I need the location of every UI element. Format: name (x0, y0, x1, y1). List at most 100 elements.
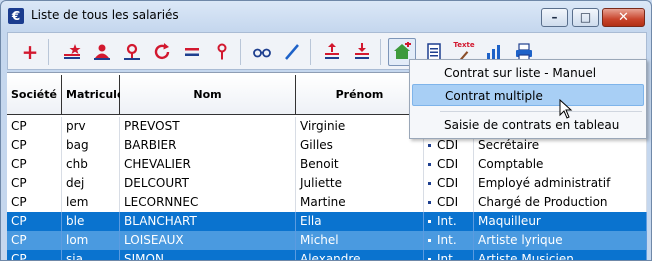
column-header-prenom[interactable]: Prénom (296, 75, 424, 115)
toolbar-separator (380, 39, 381, 65)
table-cell-matricule: lem (62, 193, 120, 212)
cell-text: BLANCHART (124, 214, 197, 228)
cell-text: Michel (300, 233, 339, 247)
table-row[interactable]: CP lom LOISEAUX Michel Int. Artiste lyrique (7, 231, 647, 250)
table-cell-prenom: Alexandre (296, 250, 424, 260)
menu-item-contrat-sur-liste[interactable]: Contrat sur liste - Manuel (412, 62, 644, 84)
add-icon[interactable]: + (16, 38, 44, 66)
cell-text: Juliette (300, 176, 342, 190)
cell-text: Gilles (300, 138, 333, 152)
column-header-societe[interactable]: Société (7, 75, 62, 115)
menu-item-saisie-tableau[interactable]: Saisie de contrats en tableau (412, 114, 644, 136)
table-cell-prenom: Benoit (296, 155, 424, 174)
table-cell-poste: Chargé de Production (474, 193, 647, 212)
cell-text: dej (66, 176, 85, 190)
equals-icon[interactable] (178, 38, 206, 66)
table-cell-nom: SIMON (120, 250, 296, 261)
title-bar[interactable]: € Liste de tous les salariés – □ ✕ (1, 1, 651, 31)
table-cell-prenom: Gilles (296, 136, 424, 155)
app-euro-icon: € (8, 8, 24, 24)
glasses-icon[interactable] (248, 38, 276, 66)
close-button[interactable]: ✕ (602, 8, 645, 27)
maximize-icon: □ (579, 10, 592, 24)
table-row[interactable]: CP sia SIMON Alexandre Int. Artiste Musicien (7, 250, 647, 261)
cell-text: Benoit (300, 157, 339, 171)
cell-text: CDI (437, 176, 459, 190)
cell-text: sia (66, 252, 83, 261)
add-person-icon[interactable] (88, 38, 116, 66)
table-cell-contrat: CDI (424, 193, 474, 212)
table-row[interactable]: CP lem LECORNNEC Martine CDI Chargé de Produc… (7, 193, 647, 212)
cell-text: Secrétaire (478, 138, 540, 152)
table-row[interactable]: CP dej DELCOURT Juliette CDI Employé administ… (7, 174, 647, 193)
cell-text: Chargé de Production (478, 195, 608, 209)
cell-text: CDI (437, 157, 459, 171)
filter-icon[interactable] (208, 38, 236, 66)
minimize-button[interactable]: – (541, 8, 568, 27)
table-cell-poste: Employé administratif (474, 174, 647, 193)
table-row[interactable]: CP ble BLANCHART Ella Int. Maquilleur (7, 212, 647, 231)
cell-text: Ella (300, 214, 322, 228)
table-cell-prenom: Virginie (296, 117, 424, 136)
cell-text: LOISEAUX (124, 233, 184, 247)
window-title: Liste de tous les salariés (31, 8, 179, 22)
cell-text: Maquilleur (478, 214, 541, 228)
search-person-icon[interactable] (118, 38, 146, 66)
toolbar-separator (240, 39, 241, 65)
table-cell-prenom: Ella (296, 212, 424, 231)
cell-text: Virginie (300, 119, 346, 133)
add-star-icon[interactable] (58, 38, 86, 66)
cell-text: lom (66, 233, 89, 247)
table-cell-nom: CHEVALIER (120, 155, 296, 174)
bullet-icon (428, 182, 431, 185)
table-cell-matricule: lom (62, 231, 120, 250)
table-cell-societe: CP (7, 174, 62, 193)
cell-text: PREVOST (124, 119, 180, 133)
table-cell-societe: CP (7, 212, 62, 231)
table-cell-matricule: ble (62, 212, 120, 231)
toolbar-separator (48, 39, 49, 65)
cell-text: bag (66, 138, 89, 152)
refresh-icon[interactable] (148, 38, 176, 66)
cell-text: CP (11, 252, 27, 261)
cell-text: CHEVALIER (124, 157, 191, 171)
table-cell-societe: CP (7, 193, 62, 212)
table-row[interactable]: CP chb CHEVALIER Benoit CDI Comptable (7, 155, 647, 174)
column-header-matricule[interactable]: Matricule (62, 75, 124, 115)
cell-text: Comptable (478, 157, 544, 171)
table-cell-nom: LECORNNEC (120, 193, 296, 212)
table-cell-contrat: Int. (424, 250, 474, 260)
cell-text: BARBIER (124, 138, 177, 152)
bullet-icon (428, 220, 431, 223)
cell-text: LECORNNEC (124, 195, 199, 209)
mouse-cursor-icon (559, 99, 573, 119)
text-icon-label: Texte (453, 41, 475, 49)
table-cell-societe: CP (7, 155, 62, 174)
cell-text: Artiste Musicien (478, 252, 574, 261)
table-cell-poste: Maquilleur (474, 212, 647, 231)
sort-down-icon[interactable] (348, 38, 376, 66)
column-header-nom[interactable]: Nom (120, 75, 296, 115)
minimize-icon: – (551, 10, 558, 24)
table-cell-nom: DELCOURT (120, 174, 296, 193)
bullet-icon (428, 201, 431, 204)
cell-text: Employé administratif (478, 176, 611, 190)
cell-text: CP (11, 233, 27, 247)
menu-item-contrat-multiple[interactable]: Contrat multiple (412, 84, 644, 106)
cell-text: SIMON (124, 252, 164, 261)
cell-text: CP (11, 157, 27, 171)
table-cell-nom: BARBIER (120, 136, 296, 155)
cell-text: CP (11, 195, 27, 209)
table-cell-matricule: chb (62, 155, 120, 174)
main-window: € Liste de tous les salariés – □ ✕ + Tex… (0, 0, 652, 261)
maximize-button[interactable]: □ (572, 8, 599, 27)
table-cell-matricule: dej (62, 174, 120, 193)
table-cell-matricule: bag (62, 136, 120, 155)
table-cell-contrat: Int. (424, 231, 474, 250)
sort-up-icon[interactable] (318, 38, 346, 66)
table-cell-poste: Artiste lyrique (474, 231, 647, 250)
pen-icon[interactable] (278, 38, 306, 66)
cell-text: lem (66, 195, 89, 209)
cell-text: ble (66, 214, 85, 228)
table-cell-contrat: CDI (424, 174, 474, 193)
